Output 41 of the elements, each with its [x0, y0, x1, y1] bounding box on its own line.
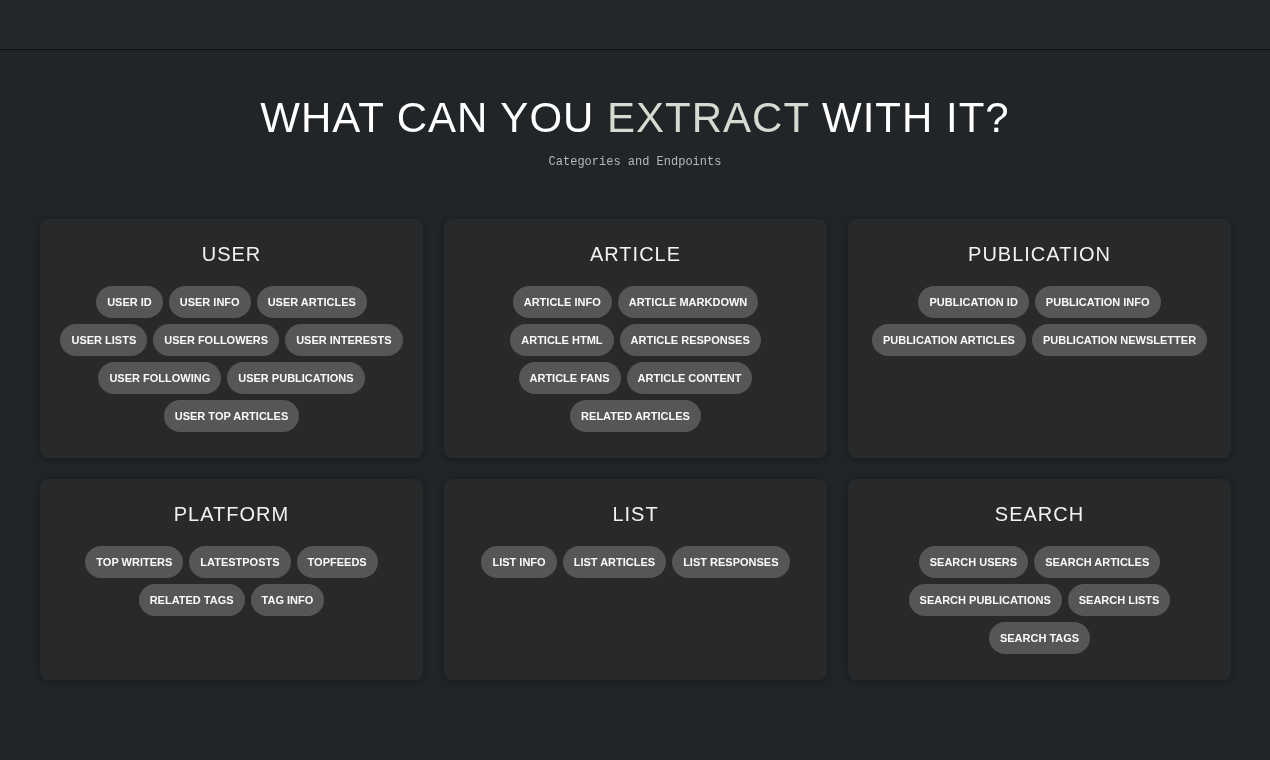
- page-heading: WHAT CAN YOU EXTRACT WITH IT?: [259, 93, 1011, 143]
- endpoint-pill[interactable]: TOPFEEDS: [296, 546, 378, 578]
- endpoint-pill[interactable]: ARTICLE MARKDOWN: [617, 286, 759, 318]
- category-title: LIST: [612, 503, 659, 526]
- endpoint-pill[interactable]: USER FOLLOWING: [98, 362, 222, 394]
- endpoint-pill[interactable]: ARTICLE CONTENT: [626, 362, 753, 394]
- category-title: SEARCH: [994, 503, 1085, 526]
- endpoint-pill[interactable]: SEARCH USERS: [918, 546, 1029, 578]
- endpoint-pill[interactable]: RELATED ARTICLES: [570, 400, 701, 432]
- category-title: ARTICLE: [589, 243, 682, 266]
- endpoint-pill[interactable]: ARTICLE FANS: [518, 362, 621, 394]
- endpoint-pill[interactable]: USER INFO: [168, 286, 251, 318]
- category-title: PUBLICATION: [968, 243, 1111, 266]
- endpoint-pill[interactable]: USER LISTS: [60, 324, 148, 356]
- endpoint-pill[interactable]: PUBLICATION ARTICLES: [871, 324, 1026, 356]
- endpoint-pill[interactable]: ARTICLE HTML: [510, 324, 614, 356]
- endpoint-pill[interactable]: USER TOP ARTICLES: [163, 400, 300, 432]
- endpoint-pill[interactable]: PUBLICATION NEWSLETTER: [1031, 324, 1208, 356]
- endpoint-pill[interactable]: USER FOLLOWERS: [153, 324, 280, 356]
- endpoint-pill[interactable]: TOP WRITERS: [85, 546, 184, 578]
- page-subtitle: Categories and Endpoints: [547, 155, 723, 169]
- endpoint-pill[interactable]: LATESTPOSTS: [189, 546, 291, 578]
- endpoint-pill[interactable]: PUBLICATION ID: [918, 286, 1029, 318]
- endpoint-pill[interactable]: SEARCH ARTICLES: [1034, 546, 1161, 578]
- endpoint-pill[interactable]: LIST INFO: [481, 546, 557, 578]
- endpoint-pill[interactable]: USER ARTICLES: [256, 286, 367, 318]
- endpoint-pill[interactable]: LIST ARTICLES: [562, 546, 667, 578]
- endpoint-pill[interactable]: ARTICLE INFO: [512, 286, 612, 318]
- category-title: PLATFORM: [173, 503, 290, 526]
- endpoint-pill[interactable]: TAG INFO: [250, 584, 325, 616]
- endpoint-pill[interactable]: RELATED TAGS: [138, 584, 245, 616]
- endpoint-pill[interactable]: PUBLICATION INFO: [1034, 286, 1161, 318]
- endpoint-pill[interactable]: SEARCH LISTS: [1067, 584, 1171, 616]
- endpoint-pill[interactable]: USER INTERESTS: [285, 324, 403, 356]
- endpoint-pill[interactable]: ARTICLE RESPONSES: [619, 324, 761, 356]
- category-title: USER: [201, 243, 262, 266]
- endpoint-pill[interactable]: USER PUBLICATIONS: [227, 362, 365, 394]
- endpoint-pill[interactable]: USER ID: [96, 286, 163, 318]
- endpoint-pill[interactable]: LIST RESPONSES: [672, 546, 790, 578]
- endpoint-pill[interactable]: SEARCH TAGS: [988, 622, 1091, 654]
- endpoint-pill[interactable]: SEARCH PUBLICATIONS: [908, 584, 1062, 616]
